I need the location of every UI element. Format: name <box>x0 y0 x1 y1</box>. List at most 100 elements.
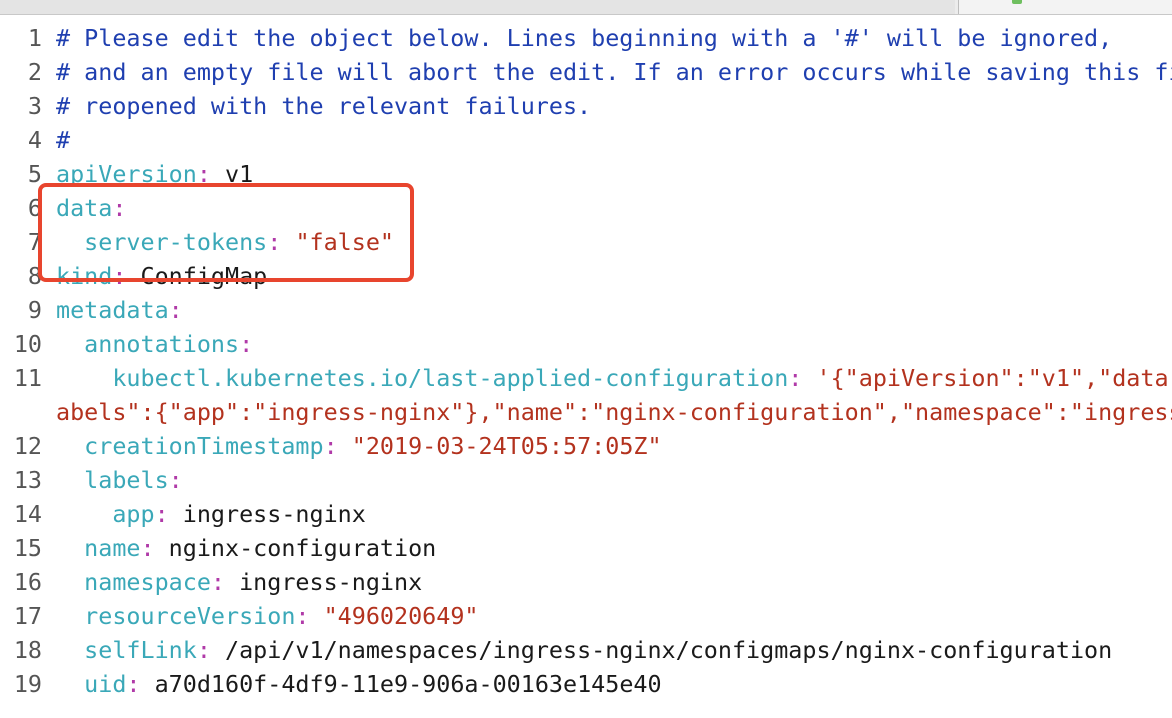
line-number: 14 <box>13 500 42 528</box>
code-token: selfLink <box>56 636 197 664</box>
code-token: : <box>210 568 225 596</box>
code-token: app <box>56 500 155 528</box>
editor-tab-inactive[interactable] <box>0 0 955 14</box>
code-line[interactable]: 2 # and an empty file will abort the edit… <box>0 55 1172 89</box>
code-token: : <box>323 432 338 460</box>
code-token: : <box>140 534 155 562</box>
code-line[interactable]: 3 # reopened with the relevant failures. <box>0 89 1172 123</box>
code-token: : <box>239 330 254 358</box>
code-line[interactable]: 9 metadata: <box>0 293 1172 327</box>
code-text: kubectl.kubernetes.io/last-applied-confi… <box>56 361 1172 395</box>
code-token: # reopened with the relevant failures. <box>56 92 592 120</box>
code-text: # Please edit the object below. Lines be… <box>56 21 1112 55</box>
code-token: # and an empty file will abort the edit.… <box>56 58 1172 86</box>
code-line[interactable]: 6 data: <box>0 191 1172 225</box>
line-number: 11 <box>13 364 42 392</box>
line-number: 19 <box>13 670 42 698</box>
tab-bar <box>0 0 1172 15</box>
code-token: : <box>126 670 141 698</box>
code-token: # Please edit the object below. Lines be… <box>56 24 1113 52</box>
code-text: kind: ConfigMap <box>56 259 267 293</box>
line-number: 13 <box>13 466 42 494</box>
code-line[interactable]: 12 creationTimestamp: "2019-03-24T05:57:… <box>0 429 1172 463</box>
code-token: server-tokens <box>56 228 268 256</box>
editor-tab-active[interactable] <box>958 0 1172 14</box>
code-editor[interactable]: 1 # Please edit the object below. Lines b… <box>0 21 1172 701</box>
code-token: nginx-configuration <box>154 534 437 562</box>
code-line[interactable]: abels":{"app":"ingress-nginx"},"name":"n… <box>0 395 1172 429</box>
code-line[interactable]: 18 selfLink: /api/v1/namespaces/ingress-… <box>0 633 1172 667</box>
code-token: ConfigMap <box>126 262 268 290</box>
line-number: 17 <box>13 602 42 630</box>
code-text: annotations: <box>56 327 253 361</box>
code-line[interactable]: 7 server-tokens: "false" <box>0 225 1172 259</box>
line-number: 8 <box>27 262 42 290</box>
code-token: creationTimestamp <box>56 432 324 460</box>
code-token: kubectl.kubernetes.io/last-applied-confi… <box>56 364 789 392</box>
code-text: uid: a70d160f-4df9-11e9-906a-00163e145e4… <box>56 667 661 701</box>
line-number: 10 <box>13 330 42 358</box>
code-text: creationTimestamp: "2019-03-24T05:57:05Z… <box>56 429 662 463</box>
code-token: ingress-nginx <box>225 568 423 596</box>
code-line[interactable]: 15 name: nginx-configuration <box>0 531 1172 565</box>
code-text: namespace: ingress-nginx <box>56 565 422 599</box>
code-line[interactable]: 1 # Please edit the object below. Lines b… <box>0 21 1172 55</box>
code-token: "2019-03-24T05:57:05Z" <box>351 432 662 460</box>
code-token: : <box>196 636 211 664</box>
line-number: 7 <box>27 228 42 256</box>
code-text: # <box>56 123 70 157</box>
code-token: annotations <box>56 330 240 358</box>
file-status-icon <box>1012 0 1022 4</box>
code-token: namespace <box>56 568 211 596</box>
line-number: 12 <box>13 432 42 460</box>
line-number: 1 <box>27 24 42 52</box>
code-text: resourceVersion: "496020649" <box>56 599 479 633</box>
code-token: /api/v1/namespaces/ingress-nginx/configm… <box>210 636 1113 664</box>
code-token: apiVersion <box>56 160 197 188</box>
code-token: metadata <box>56 296 169 324</box>
code-token: : <box>154 500 169 528</box>
code-line[interactable]: 17 resourceVersion: "496020649" <box>0 599 1172 633</box>
code-token: : <box>788 364 803 392</box>
code-line[interactable]: 11 kubectl.kubernetes.io/last-applied-co… <box>0 361 1172 395</box>
code-token: "496020649" <box>323 602 479 630</box>
code-text: apiVersion: v1 <box>56 157 253 191</box>
code-line[interactable]: 19 uid: a70d160f-4df9-11e9-906a-00163e14… <box>0 667 1172 701</box>
code-text: name: nginx-configuration <box>56 531 436 565</box>
code-text: server-tokens: "false" <box>56 225 394 259</box>
line-number: 9 <box>27 296 42 324</box>
code-text: abels":{"app":"ingress-nginx"},"name":"n… <box>56 395 1172 429</box>
code-token: abels":{"app":"ingress-nginx"},"name":"n… <box>56 398 1172 426</box>
line-number: 4 <box>27 126 42 154</box>
code-token: kind <box>56 262 113 290</box>
code-text: data: <box>56 191 126 225</box>
code-token: : <box>168 466 183 494</box>
code-line[interactable]: 10 annotations: <box>0 327 1172 361</box>
code-line[interactable]: 13 labels: <box>0 463 1172 497</box>
code-token: # <box>56 126 71 154</box>
line-number: 3 <box>27 92 42 120</box>
code-token: : <box>112 194 127 222</box>
code-line[interactable]: 14 app: ingress-nginx <box>0 497 1172 531</box>
code-token: ingress-nginx <box>168 500 366 528</box>
code-token: : <box>196 160 211 188</box>
line-number: 5 <box>27 160 42 188</box>
code-token: name <box>56 534 141 562</box>
code-line[interactable]: 16 namespace: ingress-nginx <box>0 565 1172 599</box>
line-number: 6 <box>27 194 42 222</box>
code-token: data <box>56 194 113 222</box>
code-token: v1 <box>210 160 254 188</box>
code-line[interactable]: 5 apiVersion: v1 <box>0 157 1172 191</box>
code-text: metadata: <box>56 293 183 327</box>
code-text: labels: <box>56 463 183 497</box>
line-number: 16 <box>13 568 42 596</box>
code-text: app: ingress-nginx <box>56 497 366 531</box>
code-token: labels <box>56 466 169 494</box>
code-line[interactable]: 4 # <box>0 123 1172 157</box>
code-line[interactable]: 8 kind: ConfigMap <box>0 259 1172 293</box>
line-number: 18 <box>13 636 42 664</box>
